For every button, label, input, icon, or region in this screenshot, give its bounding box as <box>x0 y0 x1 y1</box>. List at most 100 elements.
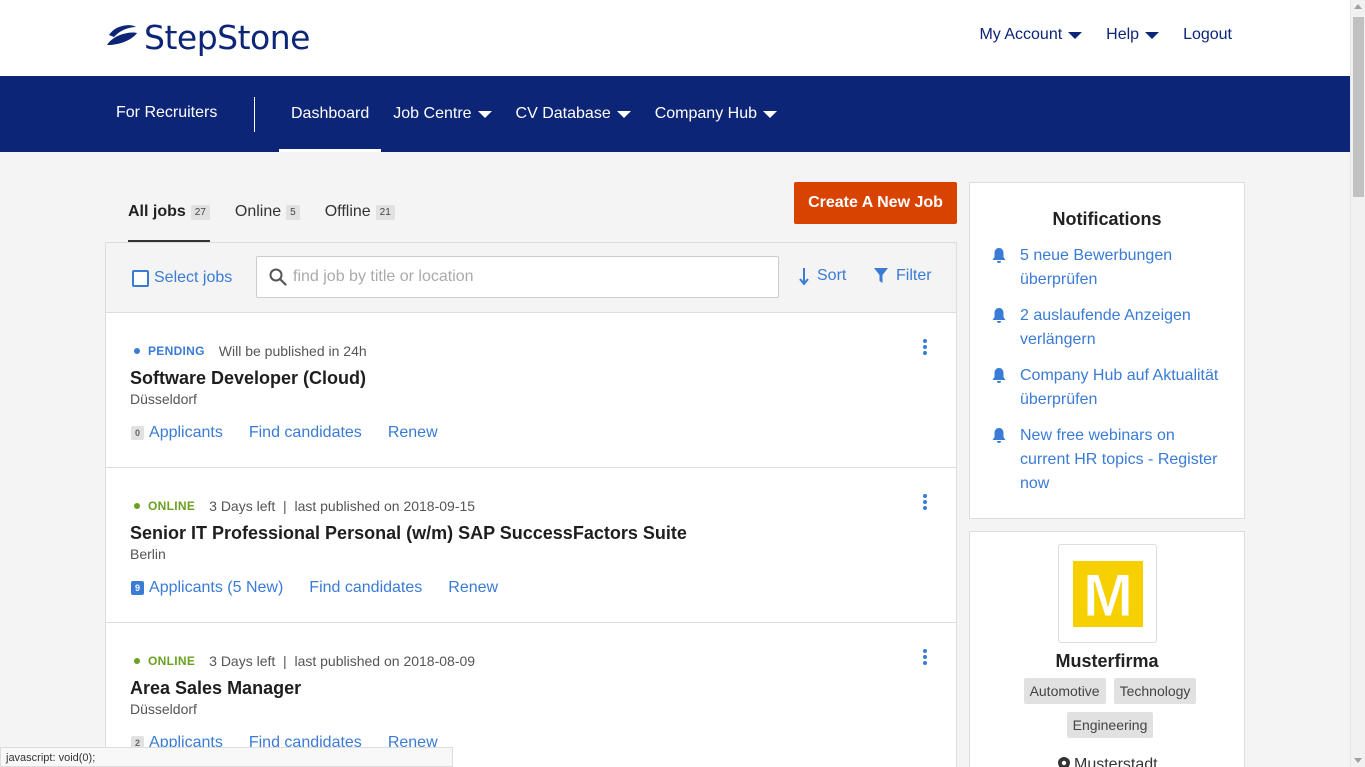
logo-letter: M <box>1083 562 1133 627</box>
help-menu[interactable]: Help <box>1106 26 1160 44</box>
notification-item[interactable]: 5 neue Bewerbungen überprüfen <box>992 244 1226 292</box>
location-pin-icon <box>1058 757 1070 767</box>
company-tag: Automotive <box>1023 678 1106 704</box>
status-label: ONLINE <box>148 654 196 668</box>
chevron-down-icon <box>616 110 631 118</box>
my-account-menu[interactable]: My Account <box>979 26 1083 44</box>
nav-job-centre-label: Job Centre <box>393 105 472 122</box>
chevron-down-icon <box>1068 31 1083 39</box>
company-card: M Musterfirma Automotive Technology Engi… <box>969 531 1245 767</box>
renew-link[interactable]: Renew <box>388 424 438 442</box>
job-city: Düsseldorf <box>130 391 197 407</box>
company-name: Musterfirma <box>1055 651 1159 671</box>
notifications-panel: Notifications 5 neue Bewerbungen überprü… <box>969 182 1245 519</box>
company-location-text: Musterstadt <box>1074 756 1158 767</box>
scroll-up-icon[interactable] <box>1354 4 1362 9</box>
logout-link[interactable]: Logout <box>1183 26 1232 44</box>
filter-icon <box>874 268 888 283</box>
sort-label: Sort <box>817 267 847 284</box>
renew-link[interactable]: Renew <box>448 579 498 597</box>
applicants-count-badge: 9 <box>131 581 145 595</box>
more-options-icon[interactable] <box>922 339 928 357</box>
select-jobs-label: Select jobs <box>154 269 233 286</box>
tab-label: Online <box>234 203 282 220</box>
nav-cv-database-label: CV Database <box>515 105 611 122</box>
checkbox-icon <box>132 269 149 287</box>
find-candidates-link[interactable]: Find candidates <box>249 424 362 442</box>
nav-company-hub[interactable]: Company Hub <box>643 76 789 152</box>
nav-job-centre[interactable]: Job Centre <box>381 76 503 152</box>
job-city: Berlin <box>130 546 166 562</box>
nav-dashboard[interactable]: Dashboard <box>279 76 382 152</box>
job-title[interactable]: Area Sales Manager <box>130 678 301 699</box>
company-tags: Automotive Technology Engineering <box>1000 678 1220 746</box>
help-label: Help <box>1106 26 1140 43</box>
more-options-icon[interactable] <box>922 494 928 512</box>
arrow-down-icon <box>799 268 809 285</box>
page-scrollbar[interactable] <box>1350 0 1365 767</box>
job-row: ONLINE 3 Days left | last published on 2… <box>106 468 956 623</box>
search-icon <box>269 268 287 286</box>
tab-count-badge: 21 <box>375 204 395 220</box>
job-row: ONLINE 3 Days left | last published on 2… <box>106 623 956 767</box>
bell-icon <box>992 368 1006 383</box>
job-status: ONLINE 3 Days left | last published on 2… <box>134 653 475 669</box>
logout-label: Logout <box>1183 26 1232 43</box>
company-logo-icon: M <box>1072 560 1143 627</box>
tab-count-badge: 27 <box>190 204 210 220</box>
applicants-label: Applicants <box>149 424 223 441</box>
create-new-job-button[interactable]: Create A New Job <box>794 182 957 224</box>
stepstone-logo-icon <box>107 25 137 45</box>
more-options-icon[interactable] <box>922 649 928 667</box>
bell-icon <box>992 248 1006 263</box>
status-label: PENDING <box>148 344 205 358</box>
for-recruiters-link[interactable]: For Recruiters <box>116 104 217 122</box>
job-city: Düsseldorf <box>130 701 197 717</box>
job-tabs: All jobs 27 Online 5 Offline 21 <box>128 200 420 242</box>
bell-icon <box>992 428 1006 443</box>
tab-label: Offline <box>324 203 371 220</box>
notification-item[interactable]: 2 auslaufende Anzeigen verlängern <box>992 304 1226 352</box>
notification-text: 5 neue Bewerbungen überprüfen <box>1020 247 1173 288</box>
find-candidates-link[interactable]: Find candidates <box>309 579 422 597</box>
applicants-link[interactable]: 9 Applicants (5 New) <box>131 579 283 597</box>
notification-item[interactable]: Company Hub auf Aktualität überprüfen <box>992 364 1226 412</box>
status-info: Will be published in 24h <box>218 343 367 359</box>
main-nav: For Recruiters Dashboard Job Centre CV D… <box>0 76 1350 152</box>
tab-offline[interactable]: Offline 21 <box>325 200 395 242</box>
applicants-link[interactable]: 0 Applicants <box>131 424 223 442</box>
applicants-count-badge: 0 <box>131 426 145 440</box>
status-dot-icon <box>134 503 140 509</box>
sort-button[interactable]: Sort <box>799 267 846 285</box>
status-info: 3 Days left | last published on 2018-08-… <box>209 653 476 669</box>
filter-label: Filter <box>896 267 932 284</box>
scroll-down-icon[interactable] <box>1354 758 1362 763</box>
status-info: 3 Days left | last published on 2018-09-… <box>209 498 476 514</box>
job-title[interactable]: Software Developer (Cloud) <box>130 368 366 389</box>
status-label: ONLINE <box>148 499 196 513</box>
tab-all-jobs[interactable]: All jobs 27 <box>128 200 210 242</box>
job-search-input[interactable] <box>293 268 778 286</box>
chevron-down-icon <box>477 110 492 118</box>
job-status: PENDING Will be published in 24h <box>134 343 367 359</box>
company-location: Musterstadt <box>1058 756 1158 767</box>
nav-dashboard-label: Dashboard <box>291 105 370 122</box>
top-header: StepStone My Account Help Logout <box>0 0 1350 76</box>
account-nav: My Account Help Logout <box>955 26 1232 44</box>
applicants-label: Applicants (5 New) <box>149 579 284 596</box>
status-dot-icon <box>134 348 140 354</box>
notification-item[interactable]: New free webinars on current HR topics -… <box>992 424 1226 496</box>
scrollbar-thumb[interactable] <box>1353 17 1364 197</box>
notification-text: New free webinars on current HR topics -… <box>1020 427 1218 492</box>
nav-company-hub-label: Company Hub <box>654 105 757 122</box>
nav-divider <box>254 97 255 132</box>
job-title[interactable]: Senior IT Professional Personal (w/m) SA… <box>130 523 687 544</box>
stepstone-logo[interactable]: StepStone <box>105 18 310 57</box>
my-account-label: My Account <box>979 26 1063 43</box>
select-jobs-checkbox[interactable]: Select jobs <box>132 269 232 287</box>
company-logo[interactable]: M <box>1058 544 1157 643</box>
status-dot-icon <box>134 658 140 664</box>
filter-button[interactable]: Filter <box>874 267 932 285</box>
nav-cv-database[interactable]: CV Database <box>504 76 643 152</box>
tab-online[interactable]: Online 5 <box>235 200 300 242</box>
